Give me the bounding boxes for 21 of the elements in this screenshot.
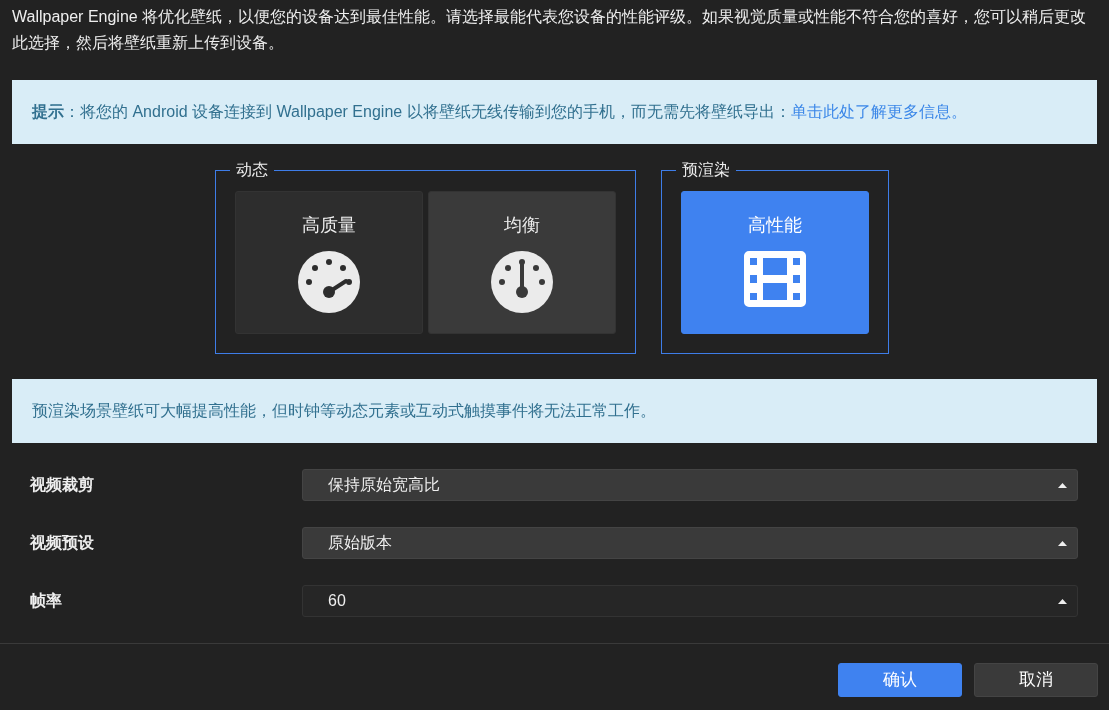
quality-option[interactable]: 高质量 <box>235 191 423 334</box>
group-legend: 预渲染 <box>676 160 736 180</box>
caret-icon <box>1058 482 1067 488</box>
setting-label: 视频裁剪 <box>30 475 95 495</box>
setting-label: 帧率 <box>30 591 63 611</box>
quality-option[interactable]: 均衡 <box>428 191 616 334</box>
tip-text: 提示：将您的 Android 设备连接到 Wallpaper Engine 以将壁纸无线传输到您的手机，而无需先将壁纸导出：单击此处了解更多信息。 <box>32 102 967 122</box>
gauge-icon <box>491 251 553 313</box>
confirm-button[interactable]: 确认 <box>838 663 962 697</box>
caret-icon <box>1058 598 1067 604</box>
quality-option[interactable]: 高性能 <box>681 191 869 334</box>
cancel-button[interactable]: 取消 <box>974 663 1098 697</box>
group-legend: 动态 <box>230 160 274 180</box>
info-text: 预渲染场景壁纸可大幅提高性能，但时钟等动态元素或互动式触摸事件将无法正常工作。 <box>32 401 656 421</box>
dropdown[interactable]: 原始版本 <box>302 527 1078 559</box>
dropdown[interactable]: 保持原始宽高比 <box>302 469 1078 501</box>
setting-label: 视频预设 <box>30 533 95 553</box>
intro-text: Wallpaper Engine 将优化壁纸，以便您的设备达到最佳性能。请选择最能代表您设备的性能评级。如果视觉质量或性能不符合您的喜好，您可以稍后更改此选择，然后将壁纸重新上传到设备。 <box>11 7 1088 53</box>
film-icon <box>744 251 806 307</box>
caret-icon <box>1058 540 1067 546</box>
gauge-icon <box>298 251 360 313</box>
